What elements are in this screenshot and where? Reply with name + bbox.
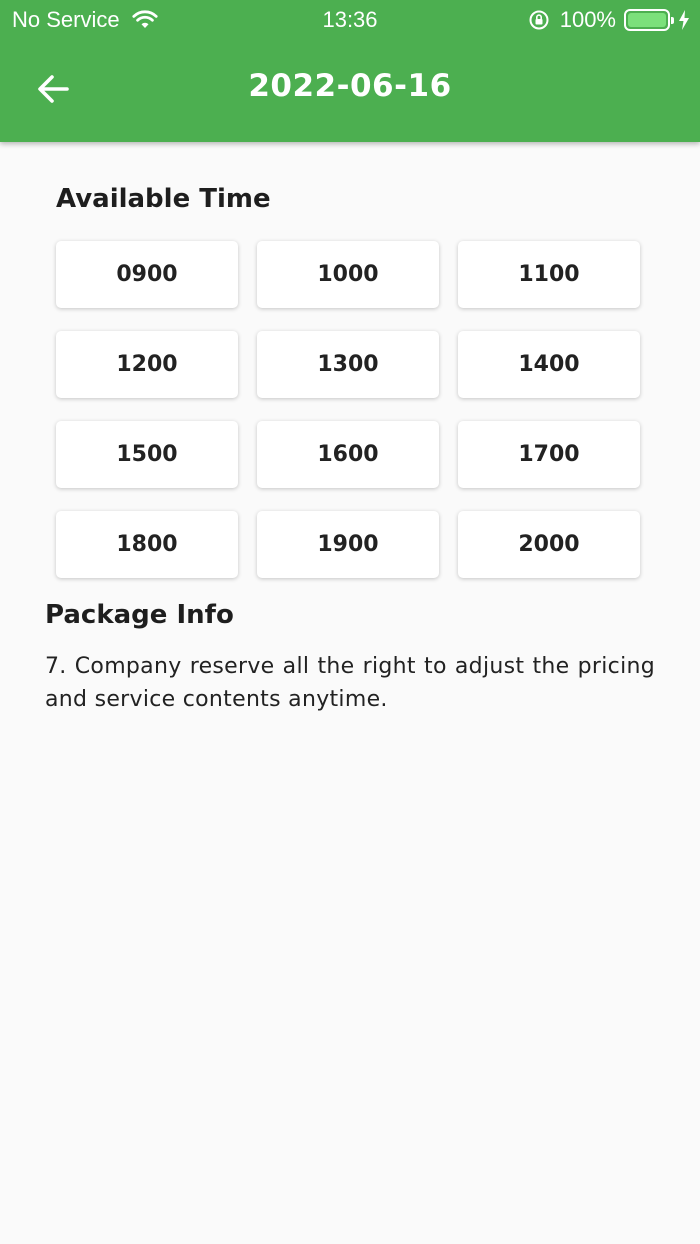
page-title: 2022-06-16 xyxy=(248,68,452,104)
app-bar: No Service 13:36 100% 2022-06-16 xyxy=(0,0,700,142)
time-slot-button[interactable]: 2000 xyxy=(458,511,640,578)
time-slot-button[interactable]: 1300 xyxy=(257,331,439,398)
time-slot-button[interactable]: 1000 xyxy=(257,241,439,308)
time-slot-button[interactable]: 1500 xyxy=(56,421,238,488)
rotation-lock-icon xyxy=(529,10,549,30)
charging-bolt-icon xyxy=(679,10,689,30)
time-slot-button[interactable]: 1700 xyxy=(458,421,640,488)
available-time-heading: Available Time xyxy=(56,184,271,214)
status-right: 100% xyxy=(528,7,690,33)
package-info-heading: Package Info xyxy=(45,600,234,630)
time-slot-grid: 0900 1000 1100 1200 1300 1400 1500 1600 … xyxy=(56,241,640,578)
time-slot-button[interactable]: 1600 xyxy=(257,421,439,488)
battery-percent: 100% xyxy=(559,7,616,32)
time-slot-button[interactable]: 1100 xyxy=(458,241,640,308)
status-bar: No Service 13:36 100% xyxy=(0,0,700,40)
time-slot-button[interactable]: 1900 xyxy=(257,511,439,578)
battery-icon xyxy=(624,9,674,31)
time-slot-button[interactable]: 0900 xyxy=(56,241,238,308)
package-info-text: 7. Company reserve all the right to adju… xyxy=(45,654,655,712)
time-slot-button[interactable]: 1800 xyxy=(56,511,238,578)
time-slot-button[interactable]: 1400 xyxy=(458,331,640,398)
time-slot-button[interactable]: 1200 xyxy=(56,331,238,398)
